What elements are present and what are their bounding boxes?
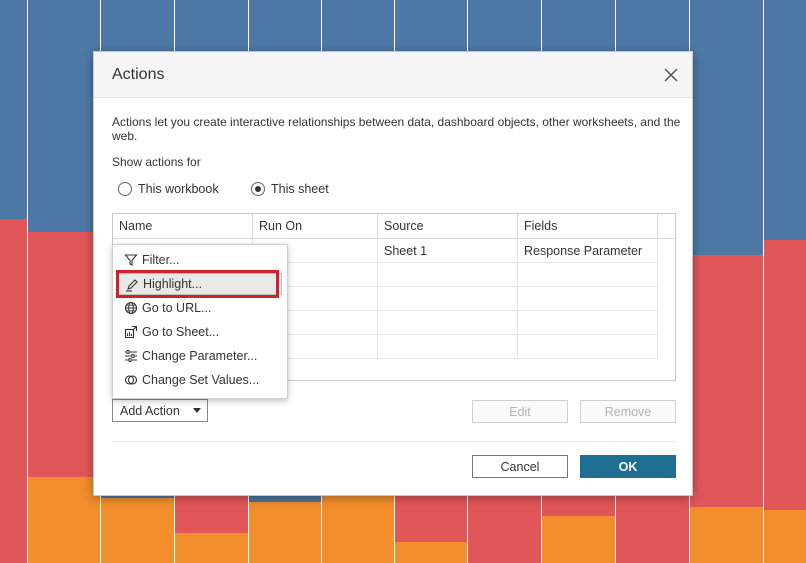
add-action-menu: Filter... Highlight... Go to URL... Go t… [112, 244, 288, 399]
radio-label: This workbook [138, 182, 219, 196]
add-action-button[interactable]: Add Action [112, 399, 208, 422]
highlight-icon [126, 279, 138, 292]
add-action-label: Add Action [120, 403, 180, 418]
bg-column [690, 0, 764, 563]
close-icon [664, 68, 678, 82]
filter-icon [124, 254, 138, 266]
cell-fields: Response Parameter [518, 239, 658, 263]
menu-item-label: Change Set Values... [142, 373, 260, 387]
table-header: Name Run On Source Fields [113, 214, 675, 239]
remove-button[interactable]: Remove [580, 400, 676, 423]
menu-item-go-to-url[interactable]: Go to URL... [118, 297, 282, 319]
bg-column [764, 0, 806, 563]
menu-item-filter[interactable]: Filter... [118, 249, 282, 271]
menu-item-label: Go to Sheet... [142, 325, 220, 339]
radio-circle[interactable] [251, 182, 265, 196]
ok-button[interactable]: OK [580, 455, 676, 478]
menu-item-label: Go to URL... [142, 301, 212, 315]
menu-item-label: Change Parameter... [142, 349, 258, 363]
menu-item-label: Filter... [142, 253, 180, 267]
radio-this-sheet[interactable]: This sheet [251, 182, 329, 196]
radio-this-workbook[interactable]: This workbook [118, 182, 219, 196]
column-header-run-on[interactable]: Run On [253, 214, 378, 239]
show-actions-for-label: Show actions for [112, 155, 201, 169]
radio-label: This sheet [271, 182, 329, 196]
column-header-source[interactable]: Source [378, 214, 518, 239]
menu-item-highlight[interactable]: Highlight... [118, 273, 282, 295]
edit-button[interactable]: Edit [472, 400, 568, 423]
close-button[interactable] [660, 64, 682, 86]
radio-circle[interactable] [118, 182, 132, 196]
cell-source: Sheet 1 [378, 239, 518, 263]
dialog-header: Actions [94, 52, 692, 98]
go-to-sheet-icon [124, 325, 138, 339]
divider [112, 441, 676, 442]
dialog-title: Actions [112, 66, 165, 83]
column-header-name[interactable]: Name [113, 214, 253, 239]
chevron-down-icon [193, 408, 201, 413]
menu-item-go-to-sheet[interactable]: Go to Sheet... [118, 321, 282, 343]
bg-column [28, 0, 101, 563]
globe-icon [124, 301, 138, 315]
menu-item-change-set-values[interactable]: Change Set Values... [118, 369, 282, 391]
parameter-icon [125, 350, 137, 362]
set-values-icon [124, 375, 138, 385]
cancel-button[interactable]: Cancel [472, 455, 568, 478]
column-header-fields[interactable]: Fields [518, 214, 658, 239]
bg-column [0, 0, 28, 563]
dialog-description: Actions let you create interactive relat… [112, 115, 681, 143]
menu-item-change-parameter[interactable]: Change Parameter... [118, 345, 282, 367]
menu-item-label: Highlight... [143, 277, 203, 291]
